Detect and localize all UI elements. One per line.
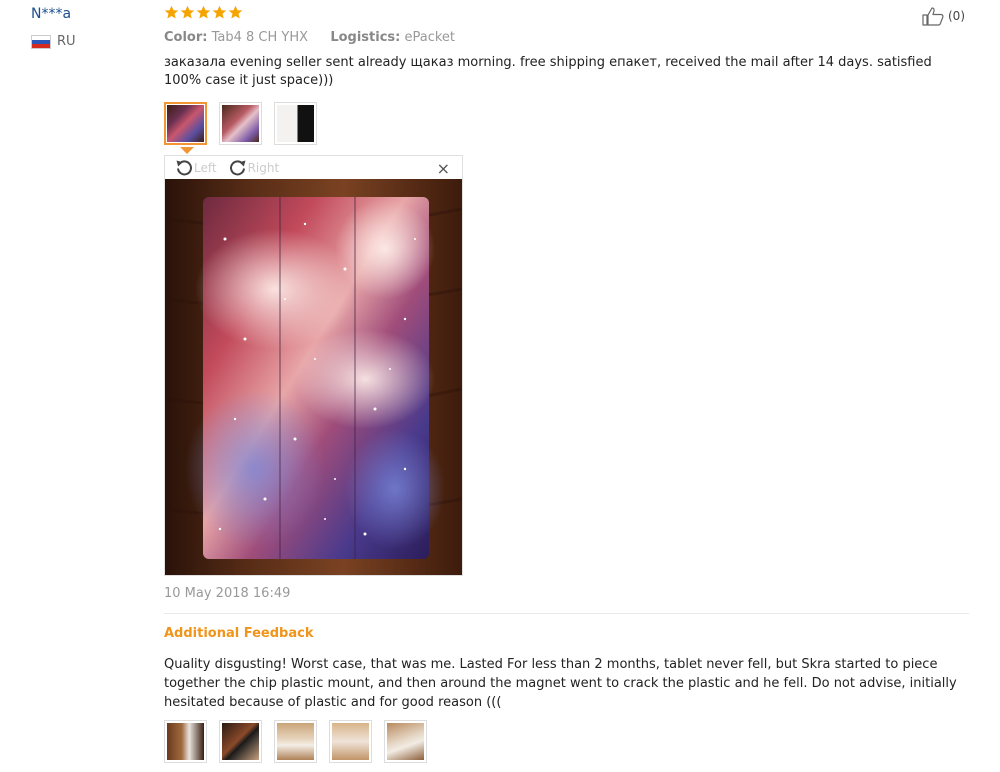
order-meta: Color: Tab4 8 CH YHX Logistics: ePacket bbox=[164, 30, 455, 45]
section-divider bbox=[164, 613, 969, 614]
additional-photo-thumbnails bbox=[164, 720, 427, 763]
review-photo-thumbnail[interactable] bbox=[164, 102, 207, 145]
color-value: Tab4 8 CH YHX bbox=[211, 30, 309, 45]
star-icon bbox=[180, 5, 195, 20]
review-photo-thumbnail[interactable] bbox=[274, 102, 317, 145]
review-photo-thumbnail[interactable] bbox=[219, 102, 262, 145]
helpful-button[interactable]: (0) bbox=[922, 6, 965, 26]
additional-photo-thumbnail[interactable] bbox=[219, 720, 262, 763]
additional-feedback-text: Quality disgusting! Worst case, that was… bbox=[164, 657, 957, 710]
additional-photo-thumbnail[interactable] bbox=[164, 720, 207, 763]
rotate-right-icon bbox=[229, 159, 247, 177]
reviewer-country: RU bbox=[31, 34, 76, 49]
review-date: 10 May 2018 16:49 bbox=[164, 586, 291, 601]
review-photo-thumbnails bbox=[164, 102, 317, 145]
rotate-right-label: Right bbox=[247, 160, 280, 175]
star-icon bbox=[164, 5, 179, 20]
country-code: RU bbox=[57, 34, 76, 49]
russia-flag-icon bbox=[31, 34, 51, 49]
logistics-label: Logistics: bbox=[330, 30, 401, 45]
rotate-left-icon bbox=[175, 159, 193, 177]
additional-photo-thumbnail[interactable] bbox=[384, 720, 427, 763]
selected-thumbnail-pointer bbox=[180, 147, 194, 154]
close-viewer-button[interactable]: × bbox=[437, 159, 450, 178]
photo-viewer-toolbar: Left Right × bbox=[165, 156, 462, 179]
additional-feedback-title: Additional Feedback bbox=[164, 626, 314, 641]
review-photo-large bbox=[165, 179, 462, 575]
star-icon bbox=[196, 5, 211, 20]
rotate-left-button[interactable]: Left bbox=[175, 159, 217, 177]
color-label: Color: bbox=[164, 30, 208, 45]
rotate-right-button[interactable]: Right bbox=[229, 159, 280, 177]
star-icon bbox=[212, 5, 227, 20]
rotate-left-label: Left bbox=[194, 160, 217, 175]
logistics-value: ePacket bbox=[404, 30, 456, 45]
review-text: заказала evening seller sent already щак… bbox=[164, 55, 932, 88]
thumbs-up-icon bbox=[922, 6, 946, 26]
additional-photo-thumbnail[interactable] bbox=[329, 720, 372, 763]
photo-viewer: Left Right × bbox=[164, 155, 463, 576]
star-icon bbox=[228, 5, 243, 20]
additional-photo-thumbnail[interactable] bbox=[274, 720, 317, 763]
star-rating bbox=[164, 5, 243, 20]
helpful-count: (0) bbox=[948, 9, 965, 23]
reviewer-name: N***a bbox=[31, 6, 72, 22]
